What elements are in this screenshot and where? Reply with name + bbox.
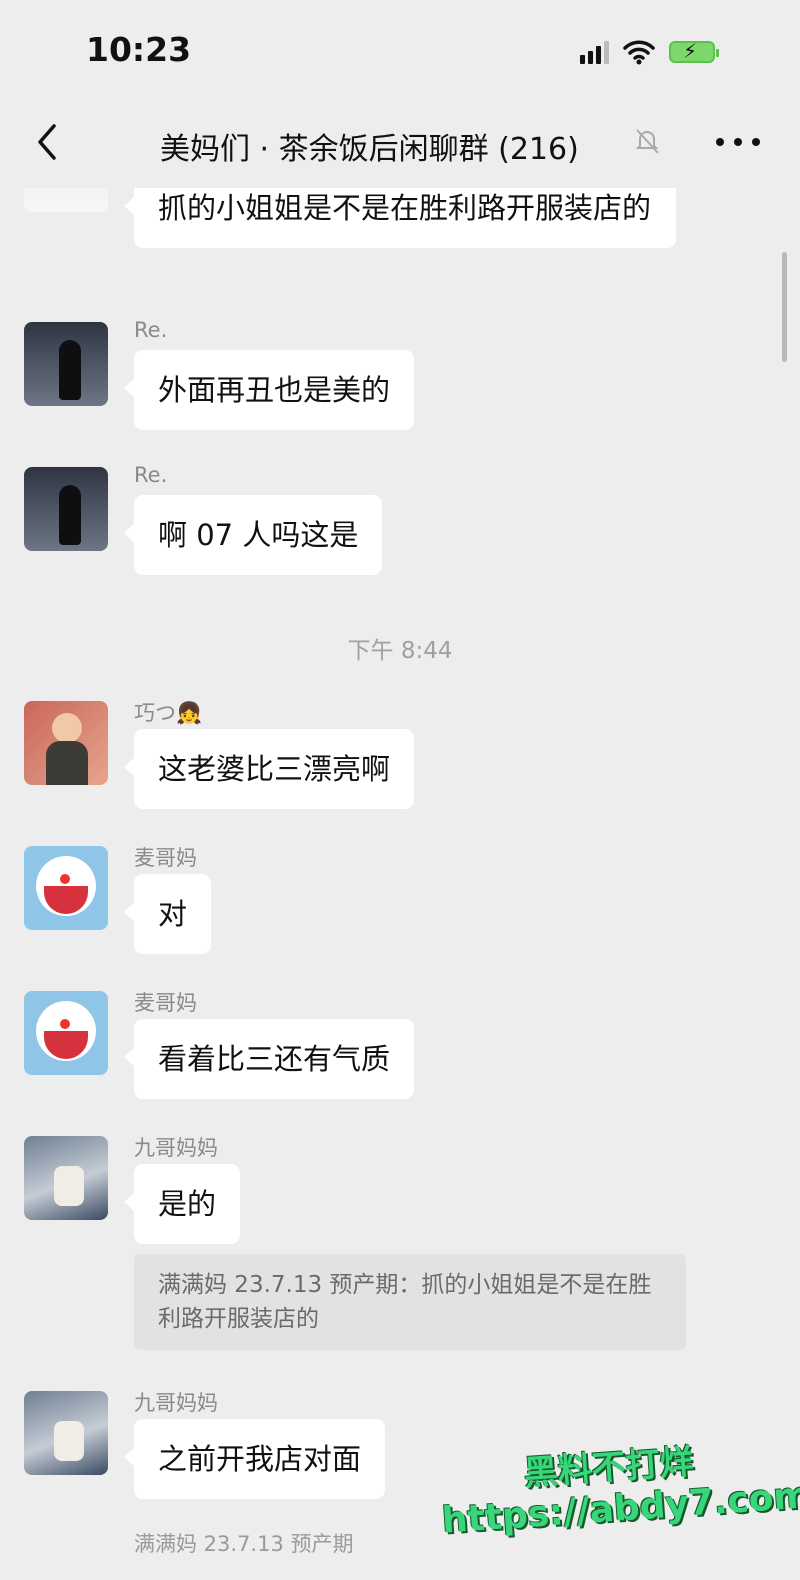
cellular-signal-icon xyxy=(580,40,609,64)
message-text: 对 xyxy=(158,897,188,931)
status-icons: ⚡ xyxy=(580,36,719,68)
quoted-message[interactable]: 满满妈 23.7.13 预产期：抓的小姐姐是不是在胜利路开服装店的 xyxy=(134,1254,686,1350)
more-options-button[interactable] xyxy=(716,122,760,162)
message-bubble[interactable]: 对 xyxy=(123,874,212,954)
message-text: 看着比三还有气质 xyxy=(158,1042,391,1076)
message-text: 是的 xyxy=(158,1187,217,1221)
status-bar: 10:23 ⚡ xyxy=(0,0,800,100)
sender-name: 满满妈 23.7.13 预产期 xyxy=(134,1532,354,1556)
message-bubble[interactable]: 外面再丑也是美的 xyxy=(123,350,415,430)
avatar[interactable] xyxy=(24,1391,108,1475)
scrollbar-thumb[interactable] xyxy=(782,252,787,362)
sender-name: Re. xyxy=(134,318,168,342)
message-bubble[interactable]: 看着比三还有气质 xyxy=(123,1019,415,1099)
status-time: 10:23 xyxy=(86,30,192,69)
sender-name: Re. xyxy=(134,463,168,487)
chat-message-list[interactable]: 抓的小姐姐是不是在胜利路开服装店的 Re. 外面再丑也是美的 Re. 啊 07 … xyxy=(0,188,800,1580)
sender-name: 麦哥妈 xyxy=(134,991,197,1015)
message-text: 啊 07 人吗这是 xyxy=(158,518,359,552)
time-divider: 下午 8:44 xyxy=(347,638,453,664)
input-bar-edge xyxy=(0,1520,800,1580)
battery-charging-icon: ⚡ xyxy=(669,39,719,63)
sender-name: 巧つ👧 xyxy=(134,701,203,725)
message-bubble[interactable]: 抓的小姐姐是不是在胜利路开服装店的 xyxy=(124,188,676,248)
message-text: 这老婆比三漂亮啊 xyxy=(158,752,391,786)
wifi-icon xyxy=(623,40,655,65)
nav-bar: 美妈们 · 茶余饭后闲聊群 (216) xyxy=(0,100,800,188)
avatar[interactable] xyxy=(24,467,108,551)
sender-name: 麦哥妈 xyxy=(134,846,197,870)
avatar[interactable] xyxy=(24,701,108,785)
sender-name: 九哥妈妈 xyxy=(134,1391,218,1415)
sender-name: 九哥妈妈 xyxy=(134,1136,218,1160)
chat-title: 美妈们 · 茶余饭后闲聊群 (216) xyxy=(160,132,579,167)
message-bubble[interactable]: 之前开我店对面 xyxy=(123,1419,386,1499)
message-bubble[interactable]: 是的 xyxy=(123,1164,241,1244)
avatar[interactable] xyxy=(24,188,108,212)
avatar[interactable] xyxy=(24,991,108,1075)
avatar[interactable] xyxy=(24,322,108,406)
message-text: 抓的小姐姐是不是在胜利路开服装店的 xyxy=(158,191,652,225)
back-button[interactable] xyxy=(28,118,68,166)
message-bubble[interactable]: 这老婆比三漂亮啊 xyxy=(123,729,415,809)
avatar[interactable] xyxy=(24,846,108,930)
message-text: 外面再丑也是美的 xyxy=(158,373,391,407)
mute-bell-icon xyxy=(635,129,659,154)
message-bubble[interactable]: 啊 07 人吗这是 xyxy=(123,495,383,575)
avatar[interactable] xyxy=(24,1136,108,1220)
quoted-text: 满满妈 23.7.13 预产期：抓的小姐姐是不是在胜利路开服装店的 xyxy=(158,1272,652,1332)
message-text: 之前开我店对面 xyxy=(158,1442,362,1476)
